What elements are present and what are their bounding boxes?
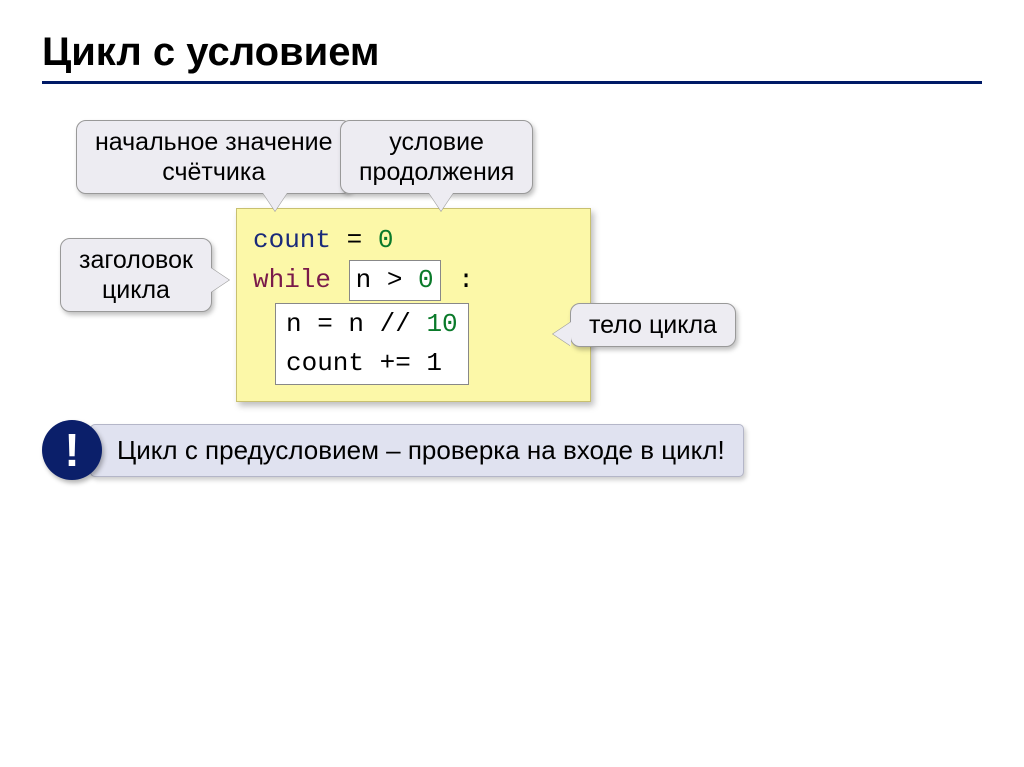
exclamation-icon: ! bbox=[42, 420, 102, 480]
title-divider bbox=[42, 81, 982, 84]
callout-initial-value: начальное значениесчётчика bbox=[76, 120, 352, 194]
colon: : bbox=[443, 265, 474, 295]
code-line-1: count = 0 bbox=[253, 221, 574, 260]
cond-num: 0 bbox=[418, 265, 434, 295]
body-num: 10 bbox=[426, 309, 457, 339]
page-title: Цикл с условием bbox=[42, 30, 982, 75]
code-line-2: while n > 0 : bbox=[253, 260, 574, 301]
body-box: n = n // 10 count += 1 bbox=[275, 303, 469, 385]
exclamation-text: ! bbox=[64, 423, 79, 477]
note-text: Цикл с предусловием – проверка на входе … bbox=[117, 435, 725, 465]
callout-loop-header: заголовокцикла bbox=[60, 238, 212, 312]
cond-space bbox=[331, 265, 347, 295]
callout-body-text: тело цикла bbox=[589, 311, 717, 339]
body-expr-2: count += 1 bbox=[286, 348, 442, 378]
code-block: count = 0 while n > 0 : n = n // 10 coun… bbox=[236, 208, 591, 402]
code-line-3: n = n // 10 bbox=[286, 305, 458, 344]
note-bar: Цикл с предусловием – проверка на входе … bbox=[90, 424, 744, 477]
kw-count: count bbox=[253, 225, 331, 255]
code-line-4: count += 1 bbox=[286, 344, 458, 383]
callout-condition: условиепродолжения bbox=[340, 120, 533, 194]
callout-loop-body: тело цикла bbox=[570, 303, 736, 347]
callout-condition-text: условиепродолжения bbox=[359, 128, 514, 186]
callout-header-text: заголовокцикла bbox=[79, 246, 193, 304]
eq-sign: = bbox=[331, 225, 378, 255]
note-row: ! Цикл с предусловием – проверка на вход… bbox=[42, 420, 962, 480]
callout-initial-text: начальное значениесчётчика bbox=[95, 128, 333, 186]
kw-while: while bbox=[253, 265, 331, 295]
cond-expr: n > bbox=[356, 265, 418, 295]
body-expr-1: n = n // bbox=[286, 309, 426, 339]
condition-box: n > 0 bbox=[349, 260, 441, 301]
num-zero: 0 bbox=[378, 225, 394, 255]
